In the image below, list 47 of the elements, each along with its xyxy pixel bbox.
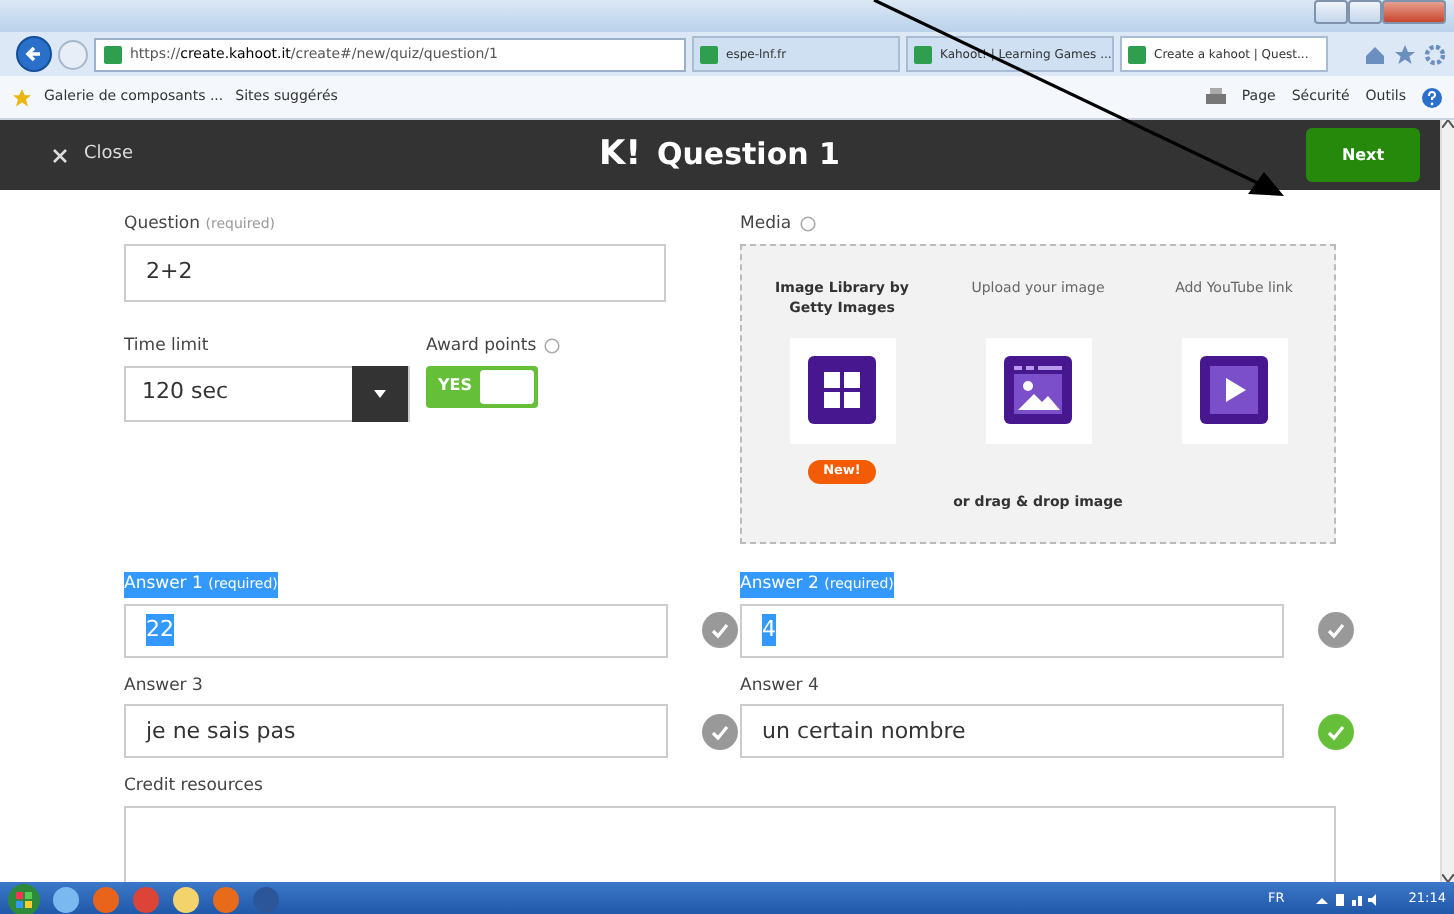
back-button[interactable] bbox=[16, 36, 52, 72]
check-icon[interactable] bbox=[702, 612, 738, 648]
star-icon[interactable] bbox=[1394, 43, 1416, 65]
next-button[interactable]: Next bbox=[1306, 128, 1420, 182]
site-icon bbox=[700, 45, 718, 63]
check-icon[interactable] bbox=[702, 713, 738, 750]
maximize-button[interactable] bbox=[1348, 0, 1382, 24]
site-icon bbox=[104, 45, 122, 63]
field-label: Media bbox=[740, 212, 792, 238]
time-limit-select[interactable]: 120 sec bbox=[124, 365, 410, 421]
site-icon bbox=[1128, 45, 1146, 63]
question-field[interactable]: 2+2 bbox=[124, 243, 666, 302]
answer-label: Answer 3 bbox=[124, 673, 203, 699]
scrollbar[interactable] bbox=[1440, 120, 1454, 882]
home-icon[interactable] bbox=[1364, 43, 1386, 65]
answer-field[interactable]: je ne sais pas bbox=[124, 704, 668, 759]
image-upload-icon bbox=[1004, 356, 1072, 425]
answer-label: Answer 4 bbox=[740, 673, 819, 699]
check-icon[interactable] bbox=[1318, 612, 1354, 648]
settings-icon[interactable] bbox=[1424, 43, 1446, 65]
answer-field[interactable]: un certain nombre bbox=[740, 704, 1284, 759]
print-icon[interactable] bbox=[1205, 88, 1226, 106]
credit-field[interactable] bbox=[124, 806, 1336, 882]
field-label: Time limit bbox=[124, 333, 209, 359]
media-option-tile[interactable] bbox=[789, 337, 895, 444]
field-label: Credit resources bbox=[124, 774, 263, 800]
field-label: Award points bbox=[426, 333, 537, 359]
check-icon[interactable] bbox=[1318, 713, 1354, 750]
tray-icons-drawing bbox=[1316, 891, 1377, 907]
close-icon bbox=[52, 147, 68, 163]
minimize-button[interactable] bbox=[1314, 0, 1348, 24]
page-title: Question 1 bbox=[656, 134, 840, 177]
media-option-tile[interactable] bbox=[985, 337, 1091, 444]
forward-button[interactable] bbox=[58, 39, 88, 69]
close-link[interactable]: Close bbox=[52, 141, 134, 169]
logo: K! bbox=[599, 131, 641, 178]
video-icon bbox=[1200, 356, 1268, 425]
start-button-icon[interactable] bbox=[8, 883, 40, 914]
favorites-star-icon[interactable] bbox=[12, 87, 32, 107]
dropdown-caret-icon bbox=[374, 389, 386, 397]
image-library-icon bbox=[808, 356, 876, 425]
site-icon bbox=[914, 45, 932, 63]
scroll-up-icon bbox=[1442, 120, 1454, 128]
scroll-down-icon bbox=[1442, 874, 1454, 882]
back-arrow-icon bbox=[24, 44, 44, 64]
media-option-tile[interactable] bbox=[1181, 337, 1287, 444]
close-button[interactable] bbox=[1382, 0, 1446, 24]
